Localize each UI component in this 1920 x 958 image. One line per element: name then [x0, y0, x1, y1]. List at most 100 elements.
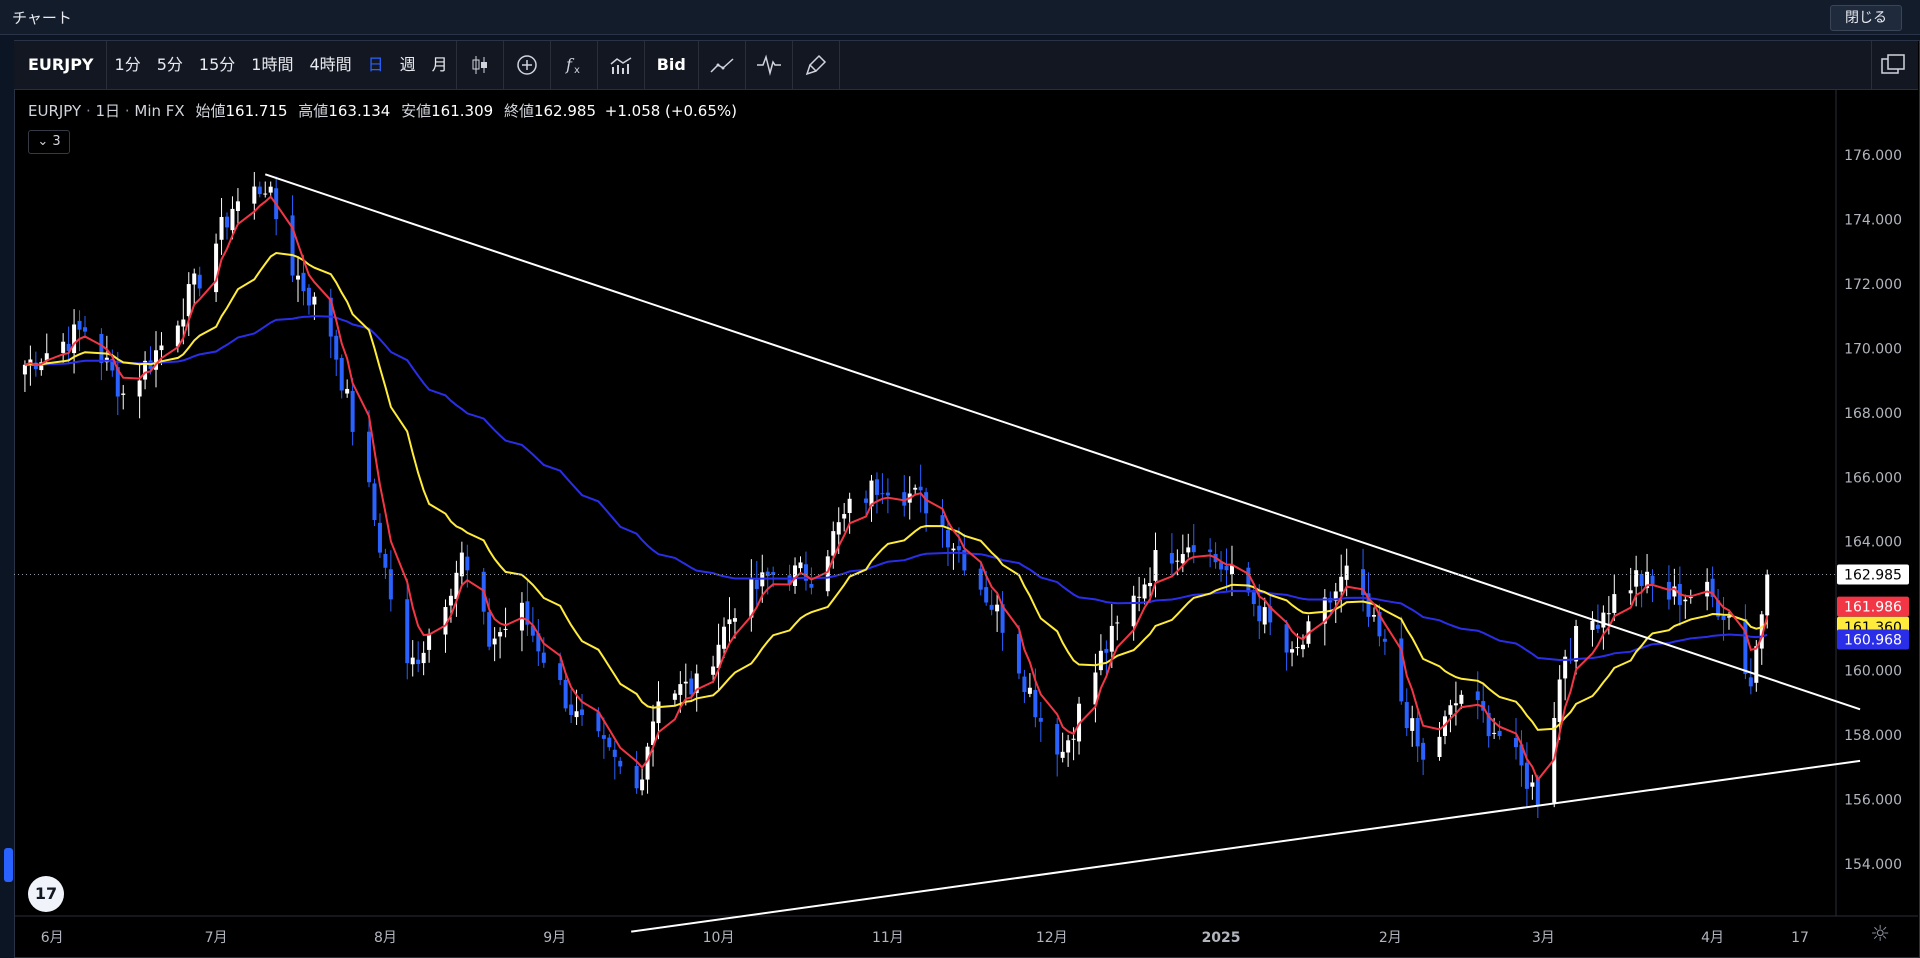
- candle-body: [563, 679, 568, 709]
- candle-body: [416, 659, 421, 665]
- candle-body: [940, 515, 945, 527]
- price-tick-label: 170.000: [1844, 341, 1902, 357]
- low-label: 安値: [401, 102, 432, 120]
- time-tick-label: 11月: [872, 930, 904, 946]
- candle-body: [225, 216, 230, 228]
- side-panel-tab[interactable]: [4, 848, 13, 882]
- candle-body: [558, 663, 563, 681]
- candle-body: [847, 498, 852, 513]
- settings-gear-icon[interactable]: ☼: [1870, 922, 1890, 947]
- candle-body: [683, 681, 688, 684]
- candle-body: [1437, 736, 1442, 758]
- candle-body: [1601, 612, 1606, 628]
- candle-body: [989, 604, 994, 610]
- high-value: 163.134: [328, 102, 391, 120]
- candle-body: [410, 657, 415, 665]
- candle-body: [634, 765, 639, 789]
- candle-body: [1590, 620, 1595, 630]
- candle-body: [1743, 619, 1748, 674]
- candle-body: [574, 711, 579, 718]
- candle-body: [618, 760, 623, 767]
- price-tick-label: 166.000: [1844, 470, 1902, 486]
- candle-body: [186, 284, 191, 317]
- candle-body: [1535, 778, 1540, 806]
- candle-body: [61, 341, 66, 353]
- candle-body: [1650, 575, 1655, 584]
- legend-symbol: EURJPY: [28, 102, 82, 120]
- candle-body: [836, 522, 841, 535]
- candle-body: [1595, 624, 1600, 629]
- price-tick-label: 174.000: [1844, 212, 1902, 228]
- candle-body: [1754, 646, 1759, 683]
- candle-body: [945, 529, 950, 548]
- candle-body: [1530, 782, 1535, 787]
- candle-body: [383, 553, 388, 568]
- candle-body: [77, 320, 82, 330]
- candle-body: [732, 618, 737, 622]
- high-label: 高値: [298, 102, 329, 120]
- time-tick-label: 12月: [1036, 930, 1068, 946]
- trendline-2[interactable]: [631, 759, 1861, 933]
- candle-body: [498, 632, 503, 637]
- candle-body: [913, 487, 918, 490]
- candle-body: [1071, 738, 1076, 740]
- candle-body: [121, 393, 126, 395]
- candle-body: [312, 296, 317, 305]
- candle-body: [306, 287, 311, 306]
- candle-body: [388, 569, 393, 600]
- candle-body: [869, 480, 874, 507]
- candle-body: [1404, 702, 1409, 729]
- candle-body: [754, 579, 759, 590]
- candle-body: [427, 633, 432, 650]
- low-value: 161.309: [431, 102, 494, 120]
- candle-body: [1295, 647, 1300, 649]
- candle-body: [672, 693, 677, 700]
- candle-body: [465, 556, 470, 571]
- candle-body: [1726, 616, 1731, 618]
- candle-body: [99, 333, 104, 363]
- time-tick-label: 6月: [41, 930, 64, 946]
- candle-body: [345, 388, 350, 394]
- candle-body: [1033, 689, 1038, 718]
- last-price-badge-text: 162.985: [1844, 567, 1902, 583]
- candle-body: [235, 201, 240, 211]
- candle-body: [1339, 576, 1344, 592]
- candle-body: [1038, 717, 1043, 722]
- candle-body: [214, 243, 219, 293]
- candle-body: [995, 604, 1000, 612]
- candle-body: [1284, 624, 1289, 653]
- candle-body: [831, 531, 836, 556]
- candle-body: [798, 562, 803, 569]
- candle-body: [1115, 622, 1120, 624]
- price-tick-label: 176.000: [1844, 148, 1902, 164]
- candle-body: [689, 678, 694, 695]
- candle-body: [1765, 574, 1770, 616]
- candle-body: [1055, 724, 1060, 755]
- candle-body: [1524, 762, 1529, 789]
- candle-body: [874, 479, 879, 495]
- indicator-count: 3: [52, 134, 61, 149]
- indicator-collapse-button[interactable]: ⌄ 3: [28, 130, 70, 154]
- candle-body: [1415, 718, 1420, 747]
- candle-body: [956, 546, 961, 551]
- time-tick-label: 17: [1791, 930, 1809, 946]
- candle-body: [918, 486, 923, 491]
- candle-body: [825, 556, 830, 592]
- candle-body: [197, 274, 202, 289]
- candle-body: [1453, 703, 1458, 706]
- candle-body: [640, 779, 645, 791]
- change-value: +1.058 (+0.65%): [604, 102, 737, 120]
- candle-body: [1109, 625, 1114, 652]
- candle-body: [1371, 614, 1376, 617]
- time-tick-label: 8月: [374, 930, 397, 946]
- candle-body: [377, 522, 382, 553]
- open-value: 161.715: [225, 102, 288, 120]
- candle-body: [1421, 742, 1426, 760]
- candle-body: [405, 599, 410, 664]
- candle-body: [1022, 676, 1027, 693]
- candle-body: [421, 652, 426, 664]
- ema-fast-line: [24, 195, 1769, 782]
- candle-body: [1557, 679, 1562, 722]
- price-chart[interactable]: 154.000156.000158.000160.000162.000164.0…: [0, 0, 1920, 958]
- candle-body: [301, 272, 306, 292]
